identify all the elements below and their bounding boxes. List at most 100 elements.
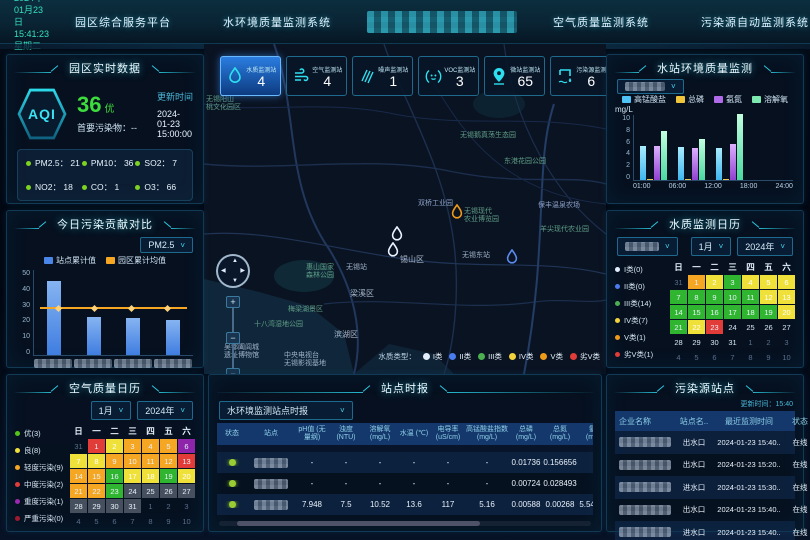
calendar-day[interactable]: 4: [70, 514, 87, 528]
calendar-day[interactable]: 19: [760, 305, 777, 319]
calendar-day[interactable]: 6: [778, 275, 795, 289]
calendar-day[interactable]: 29: [88, 499, 105, 513]
calendar-day[interactable]: 28: [670, 335, 687, 349]
calendar-day[interactable]: 5: [88, 514, 105, 528]
calendar-day[interactable]: 6: [178, 439, 195, 453]
calendar-day[interactable]: 5: [160, 439, 177, 453]
table-row[interactable]: ------0.017360.156656--: [217, 452, 593, 473]
station-btn-VOC监测站[interactable]: VOC监测站3: [418, 56, 479, 96]
table-row[interactable]: 进水口2024-01-23 15:40..在线: [615, 521, 795, 540]
calendar-day[interactable]: 30: [706, 335, 723, 349]
station-dropdown[interactable]: ˅: [617, 79, 684, 94]
calendar-day[interactable]: 3: [124, 439, 141, 453]
nav-item-1[interactable]: 水环境质量监测系统: [197, 14, 357, 30]
calendar-day[interactable]: 2: [106, 439, 123, 453]
calendar-day[interactable]: 6: [706, 350, 723, 364]
calendar-day[interactable]: 2: [760, 335, 777, 349]
station-btn-微站监测站[interactable]: 微站监测站65: [484, 56, 545, 96]
map-pan-control[interactable]: ▲ ▼ ◀ ▶: [216, 254, 250, 288]
year-dropdown[interactable]: 2024年˅: [137, 401, 193, 420]
calendar-day[interactable]: 2: [706, 275, 723, 289]
calendar-day[interactable]: 10: [778, 350, 795, 364]
calendar-day[interactable]: 22: [88, 484, 105, 498]
calendar-day[interactable]: 31: [70, 439, 87, 453]
station-btn-污染源监测[interactable]: 污染源监测6: [550, 56, 606, 96]
map-canvas[interactable]: 无锡阳山桃文化园区无锡鹅真荡生态园东港花园公园双桥工业园无锡现代农业博览园保丰温…: [204, 44, 606, 374]
calendar-day[interactable]: 23: [706, 320, 723, 334]
calendar-day[interactable]: 3: [724, 275, 741, 289]
table-row[interactable]: 7.9487.510.5213.61175.160.005880.002685.…: [217, 494, 593, 515]
calendar-day[interactable]: 20: [178, 469, 195, 483]
calendar-day[interactable]: 9: [706, 290, 723, 304]
zoom-in-button[interactable]: +: [226, 296, 240, 308]
calendar-day[interactable]: 20: [778, 305, 795, 319]
calendar-day[interactable]: 15: [88, 469, 105, 483]
calendar-day[interactable]: 5: [688, 350, 705, 364]
calendar-day[interactable]: 31: [670, 275, 687, 289]
calendar-day[interactable]: 28: [70, 499, 87, 513]
calendar-day[interactable]: 4: [670, 350, 687, 364]
station-btn-水质监测站[interactable]: 水质监测站4: [220, 56, 281, 96]
station-btn-噪声监测站[interactable]: 噪声监测站1: [352, 56, 413, 96]
calendar-day[interactable]: 13: [178, 454, 195, 468]
calendar-day[interactable]: 8: [742, 350, 759, 364]
calendar-day[interactable]: 24: [724, 320, 741, 334]
year-dropdown[interactable]: 2024年˅: [737, 237, 793, 256]
calendar-day[interactable]: 6: [106, 514, 123, 528]
calendar-day[interactable]: 13: [778, 290, 795, 304]
calendar-day[interactable]: 14: [70, 469, 87, 483]
hscrollbar[interactable]: [237, 521, 480, 526]
calendar-day[interactable]: 10: [178, 514, 195, 528]
table-row[interactable]: 出水口2024-01-23 15:40..在线: [615, 431, 795, 454]
zoom-track2[interactable]: [232, 344, 234, 368]
calendar-day[interactable]: 12: [160, 454, 177, 468]
calendar-day[interactable]: 18: [742, 305, 759, 319]
pan-down-icon[interactable]: ▼: [232, 278, 238, 284]
calendar-day[interactable]: 17: [124, 469, 141, 483]
calendar-day[interactable]: 9: [106, 454, 123, 468]
water-station-marker-icon[interactable]: [505, 249, 519, 265]
calendar-day[interactable]: 4: [742, 275, 759, 289]
calendar-day[interactable]: 1: [688, 275, 705, 289]
station-dropdown[interactable]: ˅: [617, 237, 678, 256]
calendar-day[interactable]: 19: [160, 469, 177, 483]
calendar-day[interactable]: 21: [70, 484, 87, 498]
calendar-day[interactable]: 9: [160, 514, 177, 528]
calendar-day[interactable]: 1: [742, 335, 759, 349]
calendar-day[interactable]: 16: [706, 305, 723, 319]
calendar-day[interactable]: 25: [142, 484, 159, 498]
nav-item-r0[interactable]: 空气质量监测系统: [527, 14, 675, 30]
calendar-day[interactable]: 22: [688, 320, 705, 334]
table-row[interactable]: 出水口2024-01-23 15:40..在线: [615, 499, 795, 522]
water-station-marker-icon[interactable]: [450, 204, 464, 220]
calendar-day[interactable]: 10: [724, 290, 741, 304]
calendar-day[interactable]: 29: [688, 335, 705, 349]
calendar-day[interactable]: 31: [724, 335, 741, 349]
calendar-day[interactable]: 21: [670, 320, 687, 334]
nav-item-0[interactable]: 园区综合服务平台: [49, 14, 197, 30]
calendar-day[interactable]: 8: [688, 290, 705, 304]
calendar-day[interactable]: 23: [106, 484, 123, 498]
calendar-day[interactable]: 2: [160, 499, 177, 513]
calendar-day[interactable]: 7: [670, 290, 687, 304]
calendar-day[interactable]: 3: [778, 335, 795, 349]
water-station-marker-icon[interactable]: [386, 242, 400, 258]
calendar-day[interactable]: 30: [106, 499, 123, 513]
calendar-day[interactable]: 11: [742, 290, 759, 304]
calendar-day[interactable]: 27: [778, 320, 795, 334]
calendar-day[interactable]: 26: [760, 320, 777, 334]
calendar-day[interactable]: 1: [142, 499, 159, 513]
month-dropdown[interactable]: 1月˅: [691, 237, 732, 256]
table-row[interactable]: 出水口2024-01-23 15:20..在线: [615, 454, 795, 477]
month-dropdown[interactable]: 1月˅: [91, 401, 132, 420]
calendar-day[interactable]: 8: [142, 514, 159, 528]
calendar-day[interactable]: 15: [688, 305, 705, 319]
calendar-day[interactable]: 9: [760, 350, 777, 364]
pan-left-icon[interactable]: ◀: [221, 267, 226, 274]
calendar-day[interactable]: 8: [88, 454, 105, 468]
pollutant-dropdown[interactable]: PM2.5˅: [140, 237, 193, 253]
calendar-day[interactable]: 26: [160, 484, 177, 498]
calendar-day[interactable]: 27: [178, 484, 195, 498]
table-row[interactable]: 进水口2024-01-23 15:30..在线: [615, 476, 795, 499]
calendar-day[interactable]: 5: [760, 275, 777, 289]
